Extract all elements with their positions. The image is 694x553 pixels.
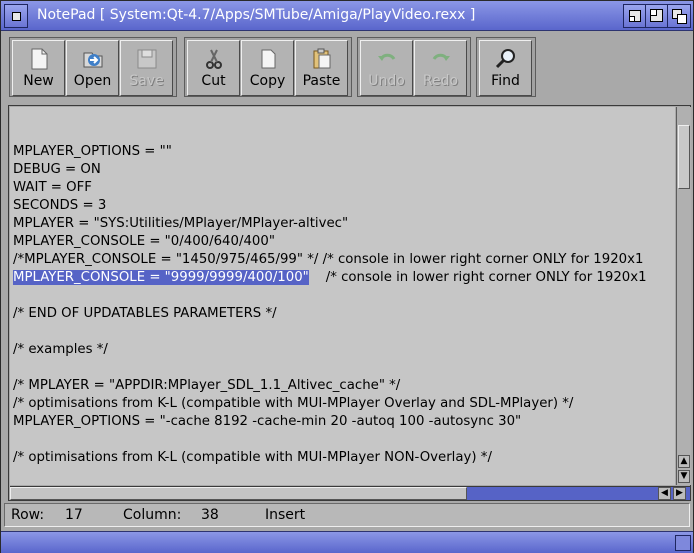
text-line: MPLAYER = "SYS:Utilities/MPlayer/MPlayer… <box>13 216 349 231</box>
vertical-scroll-knob[interactable] <box>678 125 690 189</box>
new-file-icon <box>31 48 48 70</box>
open-label: Open <box>73 73 112 89</box>
copy-button[interactable]: Copy <box>241 40 294 96</box>
text-line: DEBUG = ON <box>13 162 101 177</box>
text-line: MPLAYER_CONSOLE = "0/400/640/400" <box>13 234 275 249</box>
text-line <box>13 287 675 305</box>
scroll-left-arrow-icon[interactable]: ◀ <box>658 487 671 500</box>
iconify-button[interactable] <box>623 4 647 28</box>
redo-label: Redo <box>422 73 459 89</box>
text-line: /* examples */ <box>13 342 108 357</box>
status-bar: Row: 17 Column: 38 Insert <box>4 503 690 527</box>
save-button[interactable]: Save <box>120 40 173 96</box>
text-area[interactable]: MPLAYER_OPTIONS = "" DEBUG = ON WAIT = OFF… <box>10 107 675 485</box>
text-line: WAIT = OFF <box>13 180 92 195</box>
search-button-group: Find <box>476 37 536 97</box>
column-value: 38 <box>201 507 219 523</box>
text-line: /* optimisations from K-L (compatible wi… <box>13 450 492 465</box>
scroll-right-arrow-icon[interactable]: ▶ <box>673 487 686 500</box>
redo-button[interactable]: Redo <box>414 40 467 96</box>
text-line <box>13 359 675 377</box>
copy-icon <box>261 49 276 69</box>
scissors-icon <box>206 49 222 69</box>
magnifier-icon <box>495 49 515 69</box>
edit-mode: Insert <box>265 507 306 523</box>
redo-icon <box>432 53 450 61</box>
paste-button[interactable]: Paste <box>295 40 348 96</box>
text-line: /*MPLAYER_CONSOLE = "1450/975/465/99" */… <box>13 252 644 267</box>
depth-button[interactable] <box>667 4 691 28</box>
undo-icon <box>378 53 396 61</box>
save-label: Save <box>129 73 164 89</box>
text-line: SECONDS = 3 <box>13 198 107 213</box>
notepad-window: NotePad [ System:Qt-4.7/Apps/SMTube/Amig… <box>0 0 694 553</box>
toolbar: New Open Save Cut Copy Paste Undo Redo F… <box>4 33 690 101</box>
resize-handle-icon[interactable] <box>675 535 691 551</box>
edit-button-group: Cut Copy Paste <box>184 37 352 97</box>
scroll-down-arrow-icon[interactable]: ▼ <box>678 470 690 483</box>
save-icon <box>137 49 157 69</box>
text-line: /* MPLAYER = "APPDIR:MPlayer_SDL_1.1_Alt… <box>13 378 401 393</box>
paste-icon <box>313 48 331 69</box>
iconify-icon-inner <box>629 16 635 22</box>
text-line: MPLAYER_OPTIONS = "" <box>13 144 172 159</box>
text-line: /* END OF UPDATABLES PARAMETERS */ <box>13 306 277 321</box>
window-title: NotePad [ System:Qt-4.7/Apps/SMTube/Amig… <box>37 7 476 23</box>
editor: MPLAYER_OPTIONS = "" DEBUG = ON WAIT = OFF… <box>8 105 691 501</box>
selected-text: MPLAYER_CONSOLE = "9999/9999/400/100" <box>13 270 309 285</box>
column-label: Column: <box>123 507 182 523</box>
scroll-up-arrow-icon[interactable]: ▲ <box>678 455 690 468</box>
text-line <box>13 431 675 449</box>
open-icon <box>83 52 103 68</box>
window-bottom-border <box>1 531 693 553</box>
row-value: 17 <box>65 507 83 523</box>
undo-label: Undo <box>368 73 405 89</box>
file-button-group: New Open Save <box>9 37 177 97</box>
find-label: Find <box>491 73 520 89</box>
cut-button[interactable]: Cut <box>187 40 240 96</box>
depth-icon-front <box>677 14 687 24</box>
vertical-scrollbar[interactable]: ▲ ▼ <box>676 107 691 485</box>
undo-button[interactable]: Undo <box>360 40 413 96</box>
horizontal-scrollbar[interactable]: ◀ ▶ <box>10 486 690 500</box>
history-button-group: Undo Redo <box>357 37 471 97</box>
zoom-icon-inner <box>650 9 657 16</box>
new-button[interactable]: New <box>12 40 65 96</box>
row-label: Row: <box>11 507 45 523</box>
paste-label: Paste <box>302 73 341 89</box>
find-button[interactable]: Find <box>479 40 532 96</box>
horizontal-scroll-knob[interactable] <box>10 487 467 500</box>
title-bar[interactable]: NotePad [ System:Qt-4.7/Apps/SMTube/Amig… <box>1 1 693 31</box>
close-window-button[interactable] <box>4 4 28 28</box>
text-line: /* optimisations from K-L (compatible wi… <box>13 396 574 411</box>
selected-line-rest: /* console in lower right corner ONLY fo… <box>308 270 647 285</box>
text-line: MPLAYER_OPTIONS = "-cache 8192 -cache-mi… <box>13 414 522 429</box>
text-line <box>13 323 675 341</box>
new-label: New <box>23 73 54 89</box>
zoom-button[interactable] <box>645 4 669 28</box>
open-button[interactable]: Open <box>66 40 119 96</box>
close-icon <box>12 12 21 21</box>
cut-label: Cut <box>201 73 226 89</box>
text-line: MPLAYER_CONSOLE = "9999/9999/400/100" /*… <box>13 269 675 287</box>
copy-label: Copy <box>249 73 286 89</box>
